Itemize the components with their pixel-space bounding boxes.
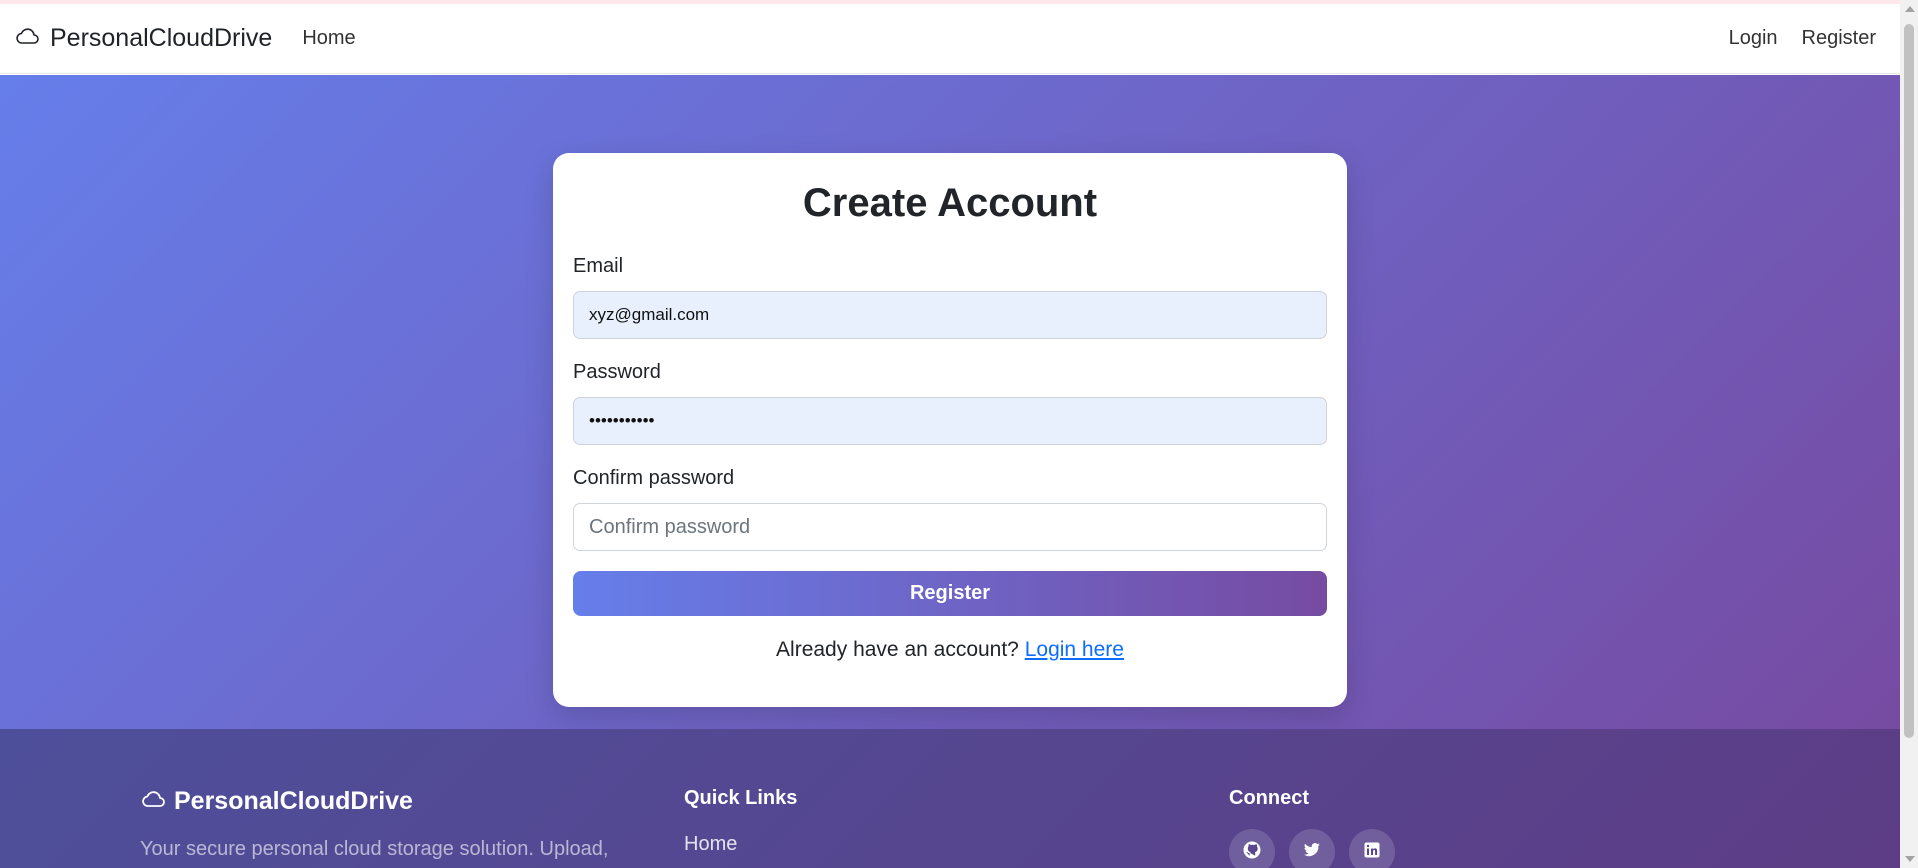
login-prompt: Already have an account? Login here	[573, 638, 1327, 662]
login-here-link[interactable]: Login here	[1025, 638, 1124, 661]
page: PersonalCloudDrive Home Login Register C…	[0, 0, 1900, 868]
footer-link-home[interactable]: Home	[684, 833, 737, 856]
register-card: Create Account Email xyz@gmail.com Passw…	[553, 153, 1347, 707]
nav-register-link[interactable]: Register	[1802, 27, 1876, 50]
connect-title: Connect	[1229, 787, 1309, 809]
quick-links-title: Quick Links	[684, 787, 798, 809]
navbar: PersonalCloudDrive Home Login Register	[0, 4, 1900, 74]
cloud-icon	[140, 787, 166, 816]
linkedin-button[interactable]	[1349, 829, 1395, 868]
nav-auth-links: Login Register	[1729, 27, 1886, 50]
footer-brand-label: PersonalCloudDrive	[174, 787, 413, 815]
scroll-down-arrow-icon[interactable]	[1905, 856, 1915, 862]
social-links	[1229, 829, 1395, 868]
page-title: Create Account	[802, 181, 1098, 225]
scrollbar-thumb[interactable]	[1904, 24, 1914, 738]
vertical-scrollbar[interactable]	[1900, 0, 1918, 868]
navbar-brand-label: PersonalCloudDrive	[50, 24, 273, 52]
nav-login-link[interactable]: Login	[1729, 27, 1778, 50]
nav-home-link[interactable]: Home	[302, 27, 355, 50]
twitter-icon	[1302, 840, 1322, 865]
linkedin-icon	[1362, 840, 1382, 865]
github-button[interactable]	[1229, 829, 1275, 868]
twitter-button[interactable]	[1289, 829, 1335, 868]
github-icon	[1242, 840, 1262, 865]
cloud-icon	[14, 24, 40, 53]
footer: PersonalCloudDrive Your secure personal …	[0, 729, 1900, 868]
navbar-brand[interactable]: PersonalCloudDrive	[14, 24, 272, 53]
login-prompt-text: Already have an account?	[776, 638, 1019, 661]
password-label: Password	[573, 361, 661, 383]
confirm-password-label: Confirm password	[573, 467, 735, 489]
confirm-password-field[interactable]: Confirm password	[573, 503, 1327, 551]
email-field[interactable]: xyz@gmail.com	[573, 291, 1327, 339]
footer-description: Your secure personal cloud storage solut…	[140, 838, 609, 860]
password-field[interactable]: •••••••••••	[573, 397, 1327, 445]
email-label: Email	[573, 255, 624, 277]
register-button[interactable]: Register	[573, 571, 1327, 616]
footer-brand: PersonalCloudDrive	[140, 787, 413, 816]
scroll-up-arrow-icon[interactable]	[1905, 6, 1915, 12]
